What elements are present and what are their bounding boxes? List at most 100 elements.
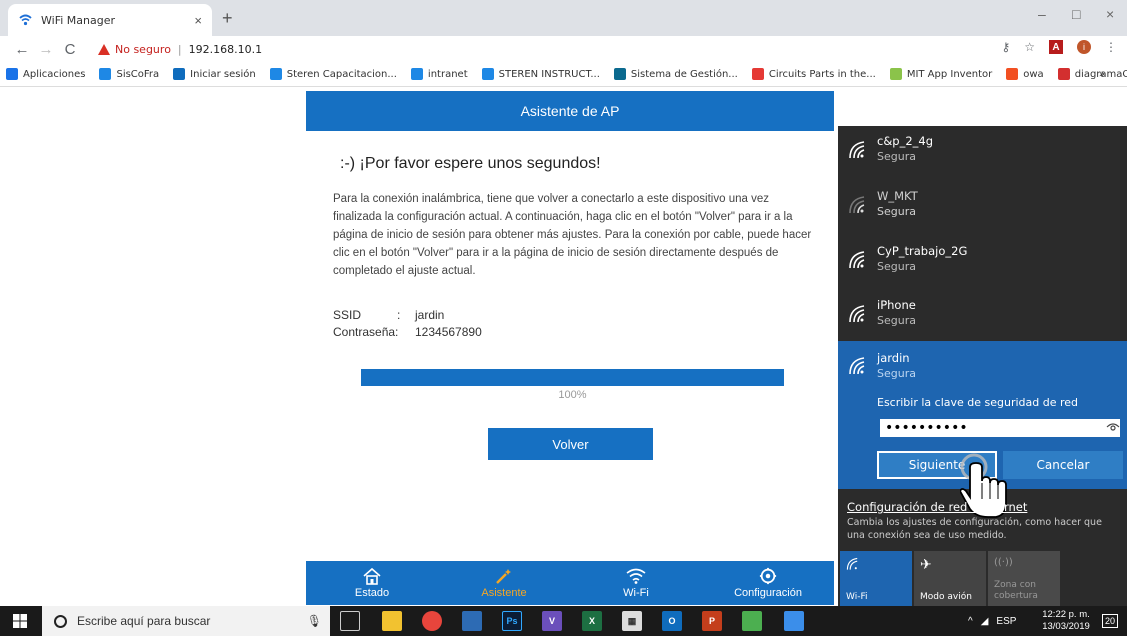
security-key-label: Escribir la clave de seguridad de red <box>877 396 1079 409</box>
gear-icon <box>759 567 777 585</box>
outlook-icon[interactable]: O <box>662 611 682 631</box>
profile-avatar[interactable]: i <box>1077 40 1091 54</box>
ms-logo-icon <box>1006 68 1019 80</box>
ssid-colon: : <box>397 308 401 322</box>
cancel-button[interactable]: Cancelar <box>1003 451 1123 479</box>
wifi-signal-weak-icon <box>849 196 865 214</box>
taskbar-clock[interactable]: 12:22 p. m. 13/03/2019 <box>1036 609 1096 633</box>
notification-count: 20 <box>1102 614 1119 628</box>
app-icon[interactable] <box>784 611 804 631</box>
bookmark-item[interactable]: intranet <box>410 68 468 80</box>
browser-tab[interactable]: WiFi Manager × <box>8 4 212 36</box>
swirl-icon <box>481 68 494 80</box>
bookmark-label: Iniciar sesión <box>190 68 256 80</box>
chevron-up-icon[interactable]: ^ <box>968 616 973 627</box>
security-warning[interactable]: No seguro <box>98 43 171 56</box>
key-icon[interactable]: ⚷ <box>1001 40 1010 54</box>
diagram-icon <box>1057 68 1070 80</box>
bookmark-item[interactable]: Aplicaciones <box>6 68 85 80</box>
network-item[interactable]: c&p_2_4g Segura <box>838 126 1127 178</box>
url-text[interactable]: 192.168.10.1 <box>189 43 262 56</box>
windows-logo-icon <box>13 614 27 628</box>
back-arrow-icon[interactable]: ← <box>10 41 34 58</box>
bookmark-item[interactable]: SisCoFra <box>99 68 159 80</box>
quick-action-hotspot[interactable]: ((·)) Zona con cobertura <box>988 551 1060 606</box>
reveal-password-icon[interactable] <box>1106 422 1120 432</box>
omnibox[interactable]: No seguro | 192.168.10.1 <box>98 38 1018 60</box>
bookmark-item[interactable]: STEREN INSTRUCT... <box>481 68 600 80</box>
quick-action-label: Zona con cobertura <box>994 580 1038 601</box>
network-status: Segura <box>877 260 916 273</box>
back-button[interactable]: Volver <box>488 428 653 460</box>
bookmark-item[interactable]: owa <box>1006 68 1044 80</box>
bookmark-item[interactable]: diagramaOnline <box>1057 68 1127 80</box>
bookmark-label: owa <box>1023 68 1044 80</box>
file-explorer-icon[interactable] <box>382 611 402 631</box>
bookmark-label: Aplicaciones <box>23 68 86 80</box>
nav-label: Configuración <box>734 587 802 599</box>
network-item[interactable]: W_MKT Segura <box>838 181 1127 233</box>
tools-icon[interactable] <box>742 611 762 631</box>
bookmark-label: Circuits Parts in the... <box>768 68 876 80</box>
tab-close-icon[interactable]: × <box>194 13 202 28</box>
bookmark-item[interactable]: Circuits Parts in the... <box>751 68 876 80</box>
quick-action-airplane[interactable]: ✈ Modo avión <box>914 551 986 606</box>
pdf-extension-icon[interactable]: A <box>1049 40 1063 54</box>
security-label: No seguro <box>115 42 171 56</box>
new-tab-button[interactable]: + <box>222 8 233 29</box>
microphone-icon[interactable]: 🎙 <box>307 614 322 628</box>
nav-configuracion[interactable]: Configuración <box>702 561 834 605</box>
swirl-icon <box>99 68 112 80</box>
omnibox-separator: | <box>177 42 182 56</box>
selected-network-name: jardin <box>877 351 910 365</box>
network-tray-icon[interactable]: ◢ <box>981 616 989 627</box>
airplane-icon: ✈ <box>920 557 932 573</box>
quick-action-wifi[interactable]: Wi-Fi <box>840 551 912 606</box>
task-view-icon[interactable] <box>340 611 360 631</box>
maximize-button[interactable]: □ <box>1072 6 1080 22</box>
tab-title: WiFi Manager <box>41 13 115 27</box>
nav-wifi[interactable]: Wi-Fi <box>570 561 702 605</box>
close-window-button[interactable]: × <box>1106 6 1114 22</box>
progress-percent: 100% <box>558 389 587 401</box>
forward-arrow-icon[interactable]: → <box>34 41 58 58</box>
language-indicator[interactable]: ESP <box>996 616 1016 627</box>
menu-dots-icon[interactable]: ⋮ <box>1105 40 1117 54</box>
bookmark-item[interactable]: Sistema de Gestión... <box>613 68 738 80</box>
network-item[interactable]: iPhone Segura <box>838 290 1127 342</box>
password-value: 1234567890 <box>415 325 482 339</box>
wifi-favicon-icon <box>18 13 32 27</box>
visio-icon[interactable]: V <box>542 611 562 631</box>
password-row: Contraseña: 1234567890 <box>333 325 482 339</box>
bookmarks-overflow-button[interactable]: » <box>1099 69 1105 80</box>
network-settings-link[interactable]: Configuración de red e Internet <box>847 500 1027 514</box>
notification-center[interactable]: 20 <box>1102 606 1119 636</box>
nav-estado[interactable]: Estado <box>306 561 438 605</box>
bookmark-item[interactable]: MIT App Inventor <box>889 68 993 80</box>
bookmarks-bar: Aplicaciones SisCoFra Iniciar sesión Steren… <box>0 62 1127 87</box>
excel-icon[interactable]: X <box>582 611 602 631</box>
bookmark-label: Steren Capacitacion... <box>286 68 397 80</box>
reload-icon[interactable]: C <box>58 41 82 58</box>
nav-asistente[interactable]: Asistente <box>438 561 570 605</box>
ssid-row: SSID: jardin <box>333 308 444 322</box>
colorful-grid-icon <box>751 68 764 80</box>
network-name: c&p_2_4g <box>877 134 934 148</box>
calculator-icon[interactable]: ▦ <box>622 611 642 631</box>
minimize-button[interactable]: – <box>1038 6 1046 22</box>
bookmark-item[interactable]: Iniciar sesión <box>173 68 256 80</box>
taskbar-search[interactable]: Escribe aquí para buscar 🎙 <box>42 606 330 636</box>
nav-label: Estado <box>354 587 390 599</box>
security-key-input[interactable] <box>878 417 1122 439</box>
start-button[interactable] <box>0 606 40 636</box>
powerpoint-icon[interactable]: P <box>702 611 722 631</box>
app-icon[interactable] <box>462 611 482 631</box>
nav-label: Asistente <box>481 587 527 599</box>
star-icon[interactable]: ☆ <box>1024 40 1035 54</box>
bookmark-item[interactable]: Steren Capacitacion... <box>269 68 397 80</box>
chrome-icon[interactable] <box>422 611 442 631</box>
network-status: Segura <box>877 314 916 327</box>
network-item[interactable]: CyP_trabajo_2G Segura <box>838 236 1127 288</box>
bookmark-label: MIT App Inventor <box>906 68 993 80</box>
photoshop-icon[interactable]: Ps <box>502 611 522 631</box>
